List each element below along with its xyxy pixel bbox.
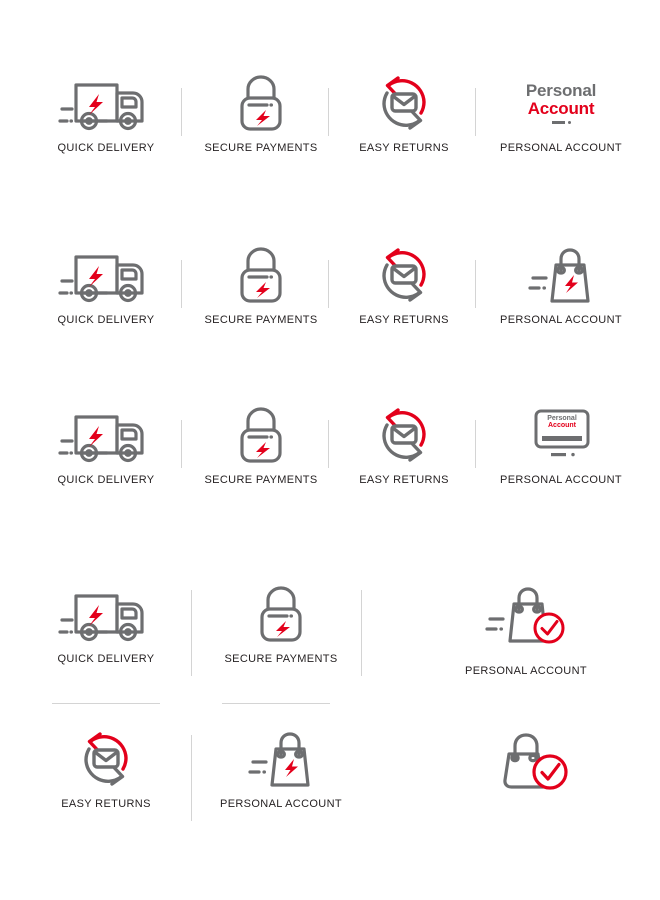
feature-easy-returns-r3[interactable]: EASY RETURNS bbox=[340, 404, 468, 486]
feature-label: PERSONAL ACCOUNT bbox=[500, 142, 622, 154]
card-wordmark-line-2: Account bbox=[548, 422, 576, 429]
feature-personal-account-r2[interactable]: PERSONAL ACCOUNT bbox=[488, 244, 634, 326]
return-arrows-envelope-icon bbox=[371, 404, 437, 466]
feature-label: PERSONAL ACCOUNT bbox=[220, 798, 342, 810]
feature-handbag-check-r5[interactable] bbox=[463, 728, 609, 806]
delivery-truck-icon bbox=[58, 404, 154, 466]
feature-personal-account-r3[interactable]: Personal Account PERSONAL ACCOUNT bbox=[488, 404, 634, 486]
feature-secure-payments-r2[interactable]: SECURE PAYMENTS bbox=[190, 244, 332, 326]
account-card-icon: Personal Account bbox=[518, 404, 604, 466]
shopping-bag-bolt-icon bbox=[241, 728, 321, 790]
feature-label: PERSONAL ACCOUNT bbox=[500, 314, 622, 326]
dash-dot-icon bbox=[551, 120, 571, 124]
row4-divider-1 bbox=[191, 590, 192, 676]
feature-quick-delivery-r3[interactable]: QUICK DELIVERY bbox=[36, 404, 176, 486]
delivery-truck-icon bbox=[58, 583, 154, 645]
feature-quick-delivery-r1[interactable]: QUICK DELIVERY bbox=[36, 72, 176, 154]
feature-quick-delivery-r2[interactable]: QUICK DELIVERY bbox=[36, 244, 176, 326]
shopping-bag-check-icon bbox=[481, 583, 571, 653]
feature-secure-payments-r1[interactable]: SECURE PAYMENTS bbox=[190, 72, 332, 154]
return-arrows-envelope-icon bbox=[371, 72, 437, 134]
row2-divider-1 bbox=[181, 260, 182, 308]
feature-label: EASY RETURNS bbox=[359, 474, 449, 486]
card-wordmark-line-1: Personal bbox=[547, 415, 577, 422]
feature-secure-payments-r4[interactable]: SECURE PAYMENTS bbox=[210, 583, 352, 665]
shopping-bag-bolt-icon bbox=[521, 244, 601, 306]
wordmark-line-2: Account bbox=[527, 99, 595, 118]
row3-divider-3 bbox=[475, 420, 476, 468]
handbag-check-icon bbox=[488, 728, 584, 798]
return-arrows-envelope-icon bbox=[371, 244, 437, 306]
feature-label: QUICK DELIVERY bbox=[57, 653, 155, 665]
feature-label: QUICK DELIVERY bbox=[57, 314, 155, 326]
delivery-truck-icon bbox=[58, 244, 154, 306]
row2-divider-3 bbox=[475, 260, 476, 308]
row1-divider-3 bbox=[475, 88, 476, 136]
padlock-icon bbox=[253, 583, 309, 645]
feature-personal-account-r4[interactable]: PERSONAL ACCOUNT bbox=[453, 583, 599, 677]
feature-label: EASY RETURNS bbox=[61, 798, 151, 810]
delivery-truck-icon bbox=[58, 72, 154, 134]
feature-easy-returns-r5[interactable]: EASY RETURNS bbox=[36, 728, 176, 810]
feature-label: EASY RETURNS bbox=[359, 142, 449, 154]
row4-bottom-divider-2 bbox=[222, 703, 330, 704]
feature-quick-delivery-r4[interactable]: QUICK DELIVERY bbox=[36, 583, 176, 665]
return-arrows-envelope-icon bbox=[73, 728, 139, 790]
feature-label: PERSONAL ACCOUNT bbox=[465, 665, 587, 677]
feature-label: SECURE PAYMENTS bbox=[204, 314, 318, 326]
padlock-icon bbox=[233, 72, 289, 134]
row5-divider-1 bbox=[191, 735, 192, 821]
feature-secure-payments-r3[interactable]: SECURE PAYMENTS bbox=[190, 404, 332, 486]
row4-bottom-divider-1 bbox=[52, 703, 160, 704]
feature-label: EASY RETURNS bbox=[359, 314, 449, 326]
feature-personal-account-r1[interactable]: Personal Account PERSONAL ACCOUNT bbox=[488, 72, 634, 154]
feature-label: SECURE PAYMENTS bbox=[204, 142, 318, 154]
feature-label: QUICK DELIVERY bbox=[57, 142, 155, 154]
feature-label: SECURE PAYMENTS bbox=[204, 474, 318, 486]
feature-label: SECURE PAYMENTS bbox=[224, 653, 338, 665]
feature-easy-returns-r2[interactable]: EASY RETURNS bbox=[340, 244, 468, 326]
padlock-icon bbox=[233, 404, 289, 466]
row1-divider-1 bbox=[181, 88, 182, 136]
personal-account-wordmark-icon: Personal Account bbox=[526, 72, 596, 134]
feature-label: QUICK DELIVERY bbox=[57, 474, 155, 486]
feature-personal-account-r5[interactable]: PERSONAL ACCOUNT bbox=[210, 728, 352, 810]
feature-easy-returns-r1[interactable]: EASY RETURNS bbox=[340, 72, 468, 154]
padlock-icon bbox=[233, 244, 289, 306]
row4-divider-2 bbox=[361, 590, 362, 676]
row3-divider-1 bbox=[181, 420, 182, 468]
wordmark-line-1: Personal bbox=[525, 81, 597, 101]
feature-label: PERSONAL ACCOUNT bbox=[500, 474, 622, 486]
icon-set-sheet: QUICK DELIVERY SECURE PAYMENTS EASY RETU… bbox=[0, 0, 660, 900]
